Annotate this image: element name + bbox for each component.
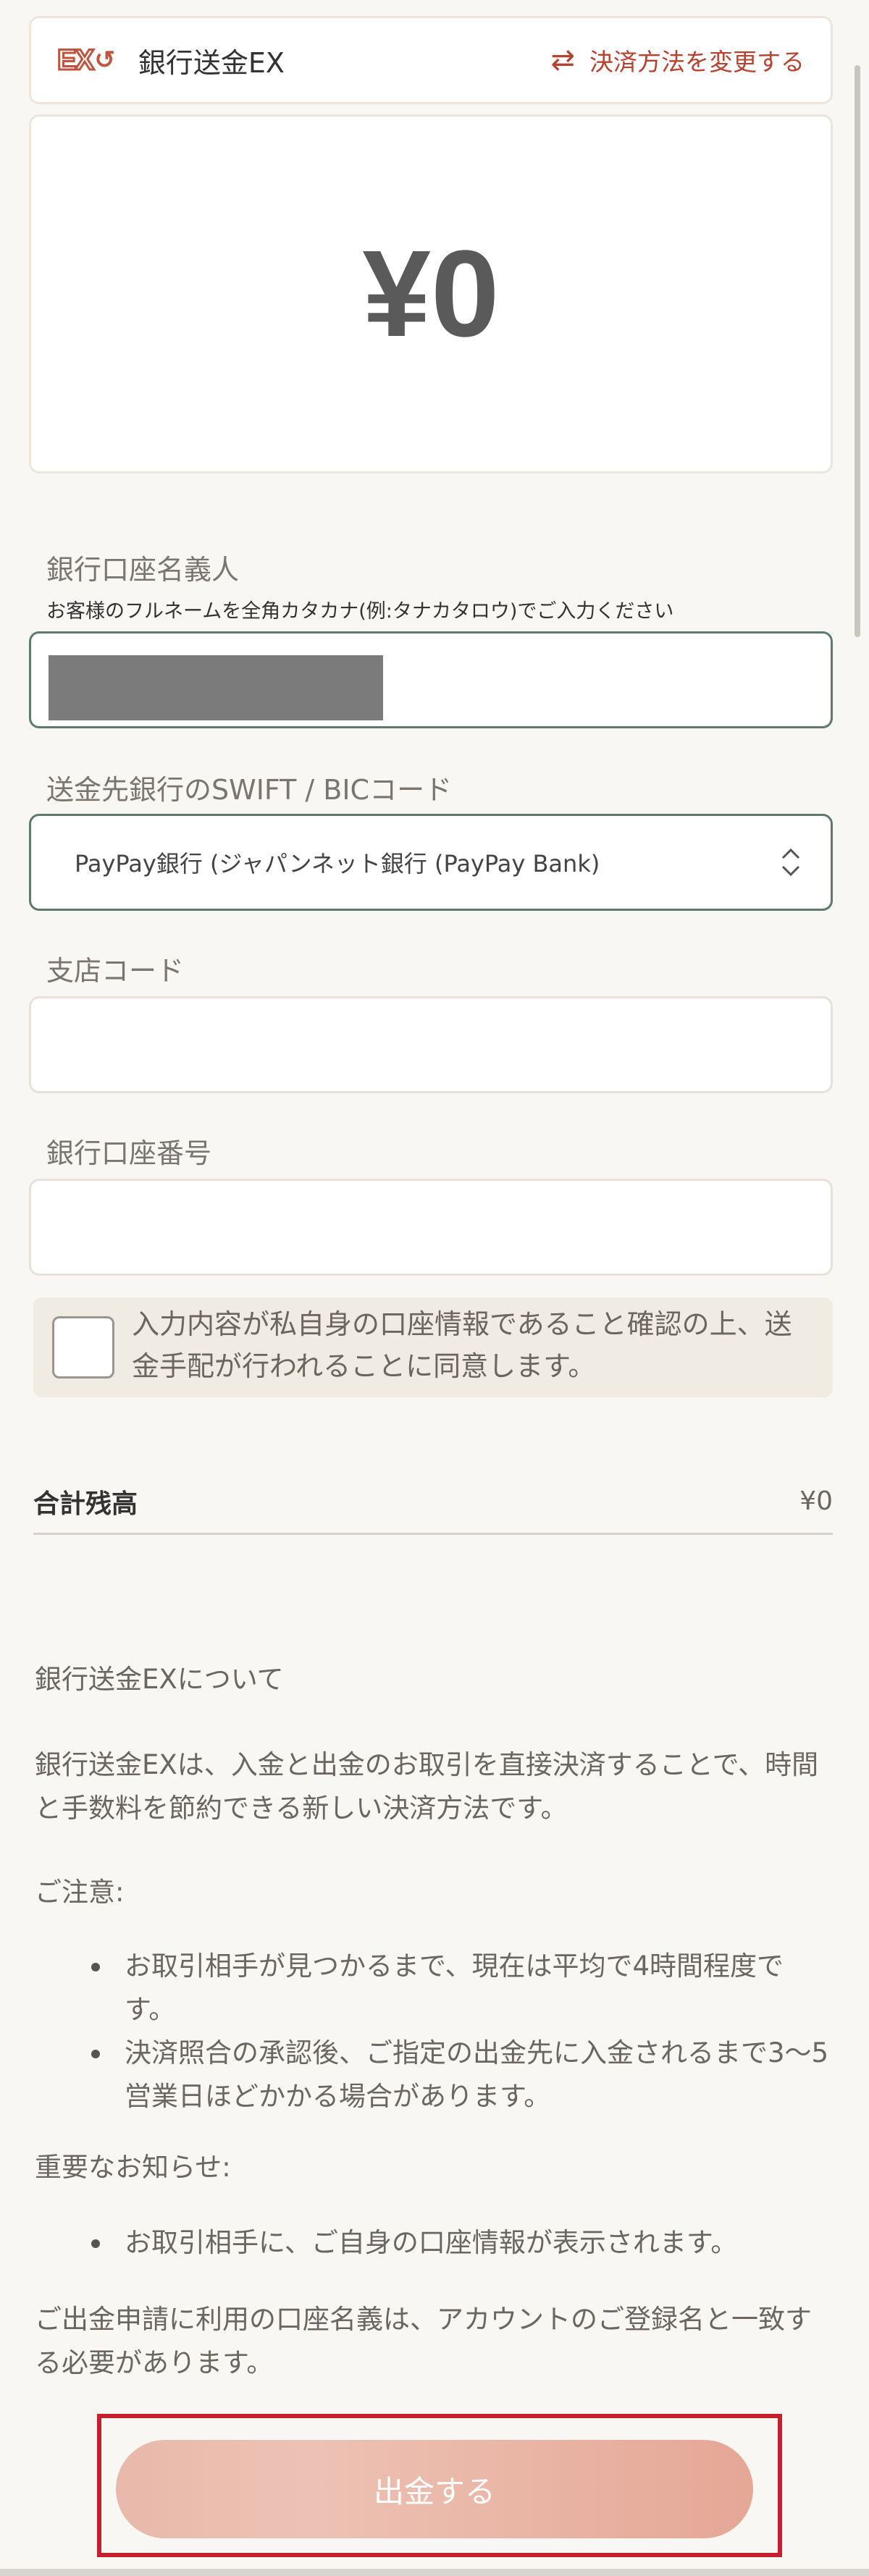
- swift-code-label: 送金先銀行のSWIFT / BICコード: [46, 774, 453, 806]
- payment-method-card: EX ↺ 銀行送金EX ⇄ 決済方法を変更する: [29, 16, 833, 104]
- account-number-label: 銀行口座番号: [46, 1137, 212, 1169]
- info-heading: 銀行送金EXについて: [35, 1664, 284, 1695]
- notice-heading: 重要なお知らせ:: [35, 2152, 231, 2183]
- account-name-note: ご出金申請に利用の口座名義は、アカウントのご登録名と一致する必要があります。: [35, 2304, 812, 2378]
- swift-code-select[interactable]: PayPay銀行 (ジャパンネット銀行 (PayPay Bank): [29, 814, 833, 911]
- info-description: 銀行送金EXは、入金と出金のお取引を直接決済することで、時間と手数料を節約できる…: [35, 1749, 819, 1824]
- bank-transfer-ex-logo: EX ↺: [56, 43, 114, 77]
- list-item: お取引相手に、ご自身の口座情報が表示されます。: [35, 2221, 831, 2265]
- bottom-bar: [0, 2569, 869, 2576]
- account-holder-field[interactable]: [29, 631, 833, 728]
- caution-heading: ご注意:: [35, 1877, 125, 1908]
- notice-list: お取引相手に、ご自身の口座情報が表示されます。: [35, 2221, 831, 2265]
- branch-code-label: 支店コード: [46, 955, 185, 987]
- scrollbar[interactable]: [855, 65, 860, 637]
- list-item: 決済照合の承認後、ご指定の出金先に入金されるまで3〜5営業日ほどかかる場合があり…: [35, 2032, 831, 2118]
- account-holder-hint: お客様のフルネームを全角カタカナ(例:タナカタロウ)でご入力ください: [46, 600, 674, 623]
- amount-value[interactable]: ¥0: [362, 223, 499, 365]
- change-payment-method-link[interactable]: ⇄ 決済方法を変更する: [550, 43, 805, 77]
- branch-code-field[interactable]: [29, 996, 833, 1093]
- chevron-up-down-icon: [780, 816, 802, 909]
- list-item: お取引相手が見つかるまで、現在は平均で4時間程度です。: [35, 1945, 831, 2032]
- withdrawal-page: EX ↺ 銀行送金EX ⇄ 決済方法を変更する ¥0 銀行口座名義人 お客様のフ…: [0, 0, 869, 2576]
- change-payment-method-label: 決済方法を変更する: [589, 48, 805, 76]
- refresh-arrows-icon: ↺: [94, 46, 114, 74]
- swift-code-selected-value: PayPay銀行 (ジャパンネット銀行 (PayPay Bank): [75, 850, 600, 877]
- swap-arrows-icon: ⇄: [550, 43, 575, 77]
- redacted-name-block: [49, 655, 383, 720]
- consent-text: 入力内容が私自身の口座情報であること確認の上、送金手配が行われることに同意します…: [132, 1308, 792, 1382]
- withdraw-button[interactable]: 出金する: [116, 2440, 753, 2538]
- payment-method-name: 銀行送金EX: [138, 46, 285, 79]
- total-balance-label: 合計残高: [33, 1489, 138, 1519]
- consent-box: 入力内容が私自身の口座情報であること確認の上、送金手配が行われることに同意します…: [33, 1297, 833, 1397]
- account-holder-label: 銀行口座名義人: [46, 554, 240, 586]
- amount-input-card[interactable]: ¥0: [29, 114, 833, 473]
- total-balance-row: 合計残高 ¥0: [33, 1470, 833, 1535]
- account-number-field[interactable]: [29, 1179, 833, 1276]
- caution-list: お取引相手が見つかるまで、現在は平均で4時間程度です。 決済照合の承認後、ご指定…: [35, 1945, 831, 2118]
- consent-checkbox[interactable]: [52, 1316, 114, 1379]
- total-balance-value: ¥0: [799, 1486, 833, 1516]
- ex-logo-text: EX: [56, 43, 95, 77]
